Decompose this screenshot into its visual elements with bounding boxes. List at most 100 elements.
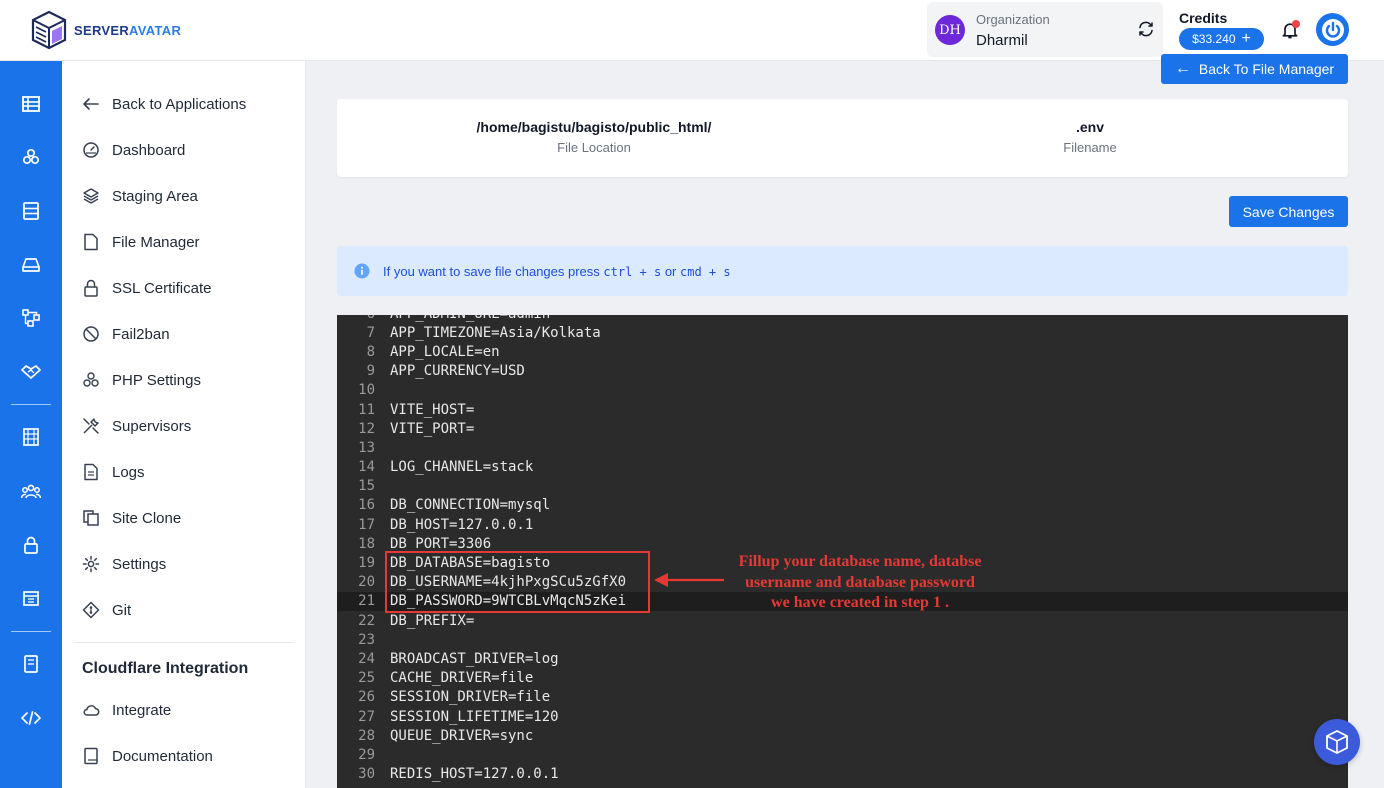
code-line[interactable]: 25 CACHE_DRIVER=file	[337, 669, 1348, 688]
tools-icon	[83, 418, 99, 434]
line-number: 10	[358, 382, 375, 399]
code-line[interactable]: 29	[337, 745, 1348, 764]
team-icon[interactable]	[21, 481, 41, 501]
line-code: BROADCAST_DRIVER=log	[390, 650, 559, 667]
code-line[interactable]: 12 VITE_PORT=	[337, 419, 1348, 438]
storage-icon[interactable]	[21, 255, 41, 275]
sidebar-item-staging-area[interactable]: Staging Area	[82, 184, 198, 208]
line-number: 28	[358, 727, 375, 744]
line-code: APP_ADMIN_URL=admin	[390, 315, 550, 322]
refresh-icon[interactable]	[1137, 20, 1155, 38]
line-code: REDIS_HOST=127.0.0.1	[390, 766, 559, 783]
sidebar-item-label: Fail2ban	[112, 325, 170, 343]
organization-switcher[interactable]: DH Organization Dharmil	[927, 2, 1163, 57]
code-icon[interactable]	[21, 708, 41, 728]
logo-text: SERVERAVATAR	[74, 22, 182, 38]
file-location-label: File Location	[557, 140, 631, 155]
line-number: 13	[358, 439, 375, 456]
line-code: VITE_PORT=	[390, 420, 475, 437]
code-line[interactable]: 7 APP_TIMEZONE=Asia/Kolkata	[337, 323, 1348, 342]
code-line[interactable]: 11 VITE_HOST=	[337, 400, 1348, 419]
cloudflare-heading: Cloudflare Integration	[82, 660, 249, 677]
line-number: 22	[358, 612, 375, 629]
code-line[interactable]: 9 APP_CURRENCY=USD	[337, 362, 1348, 381]
line-number: 21	[358, 593, 375, 610]
sidebar-item-settings[interactable]: Settings	[82, 552, 166, 576]
code-line[interactable]: 16 DB_CONNECTION=mysql	[337, 496, 1348, 515]
docs-icon[interactable]	[21, 654, 41, 674]
database-icon[interactable]	[21, 201, 41, 221]
sidebar-item-fail2ban[interactable]: Fail2ban	[82, 322, 170, 346]
arrow-left-icon	[83, 98, 99, 110]
annotation-line: we have created in step 1 .	[771, 594, 949, 611]
line-number: 11	[358, 401, 375, 418]
copy-icon	[83, 510, 99, 526]
code-line[interactable]: 13	[337, 438, 1348, 457]
sidebar-item-ssl-certificate[interactable]: SSL Certificate	[82, 276, 212, 300]
line-code: APP_LOCALE=en	[390, 343, 500, 360]
code-line[interactable]: 10	[337, 381, 1348, 400]
sidebar-item-label: Integrate	[112, 701, 172, 719]
line-code: DB_PORT=3306	[390, 535, 492, 552]
save-changes-button[interactable]: Save Changes	[1229, 196, 1348, 227]
sidebar-item-git[interactable]: Git	[82, 598, 131, 622]
lock-icon[interactable]	[21, 535, 41, 555]
server-list-icon[interactable]	[21, 94, 41, 114]
layers-icon	[83, 188, 99, 204]
cubes-icon	[83, 372, 99, 387]
sidebar-item-php-settings[interactable]: PHP Settings	[82, 368, 201, 392]
sidebar-item-supervisors[interactable]: Supervisors	[82, 414, 191, 438]
info-alert: If you want to save file changes press c…	[337, 246, 1348, 296]
line-number: 8	[366, 343, 375, 360]
code-line[interactable]: 30 REDIS_HOST=127.0.0.1	[337, 765, 1348, 784]
workflow-icon[interactable]	[21, 308, 41, 328]
git-icon	[82, 601, 100, 619]
book-icon	[84, 747, 98, 765]
code-line[interactable]: 8 APP_LOCALE=en	[337, 342, 1348, 361]
file-icon	[84, 233, 98, 251]
chat-widget-button[interactable]	[1314, 719, 1360, 765]
code-line[interactable]: 27 SESSION_LIFETIME=120	[337, 707, 1348, 726]
sidebar-item-label: Site Clone	[112, 509, 182, 527]
sidebar-item-file-manager[interactable]: File Manager	[82, 230, 200, 254]
sidebar-item-site-clone[interactable]: Site Clone	[82, 506, 181, 530]
sidebar-item-label: Back to Applications	[112, 95, 247, 113]
back-to-file-manager-button[interactable]: ← Back To File Manager	[1161, 54, 1348, 84]
building-icon[interactable]	[21, 427, 41, 447]
log-file-icon	[84, 463, 98, 481]
profile-avatar[interactable]	[1316, 13, 1349, 46]
sidebar-item-logs[interactable]: Logs	[82, 460, 145, 484]
line-code: SESSION_LIFETIME=120	[390, 708, 559, 725]
code-line[interactable]: 23	[337, 630, 1348, 649]
editor-lines: 6 APP_ADMIN_URL=admin 7 APP_TIMEZONE=Asia/K…	[337, 315, 1348, 784]
code-line[interactable]: 14 LOG_CHANNEL=stack	[337, 458, 1348, 477]
code-line[interactable]: 28 QUEUE_DRIVER=sync	[337, 726, 1348, 745]
code-line[interactable]: 26 SESSION_DRIVER=file	[337, 688, 1348, 707]
code-line[interactable]: 22 DB_PREFIX=	[337, 611, 1348, 630]
handshake-icon[interactable]	[21, 362, 41, 382]
sidebar-item-integrate[interactable]: Integrate	[82, 698, 171, 722]
code-line[interactable]: 15	[337, 477, 1348, 496]
filename-value: .env	[1075, 119, 1104, 135]
line-code: SESSION_DRIVER=file	[390, 689, 551, 706]
sidebar-item-label: Logs	[112, 463, 145, 481]
code-line[interactable]: 6 APP_ADMIN_URL=admin	[337, 315, 1348, 323]
serveravatar-logo[interactable]: SERVERAVATAR	[30, 10, 181, 50]
sidebar-item-back-to-applications[interactable]: Back to Applications	[82, 92, 246, 116]
line-number: 24	[358, 650, 375, 667]
code-line[interactable]: 17 DB_HOST=127.0.0.1	[337, 515, 1348, 534]
file-location-value: /home/bagistu/bagisto/public_html/	[476, 119, 712, 135]
code-line[interactable]: 24 BROADCAST_DRIVER=log	[337, 649, 1348, 668]
sidebar-item-documentation[interactable]: Documentation	[82, 744, 213, 768]
sidebar-item-dashboard[interactable]: Dashboard	[82, 138, 185, 162]
gear-icon	[82, 555, 100, 573]
line-number: 27	[358, 708, 375, 725]
applications-icon[interactable]	[21, 147, 41, 167]
app-sidebar: Back to Applications Dashboard Staging A…	[62, 61, 306, 788]
line-code: QUEUE_DRIVER=sync	[390, 727, 534, 744]
power-icon	[1321, 18, 1344, 41]
calendar-icon[interactable]	[21, 588, 41, 608]
add-credits-button[interactable]: $33.240 +	[1179, 28, 1264, 50]
line-number: 15	[358, 478, 375, 495]
cube-chat-icon	[1326, 729, 1348, 755]
